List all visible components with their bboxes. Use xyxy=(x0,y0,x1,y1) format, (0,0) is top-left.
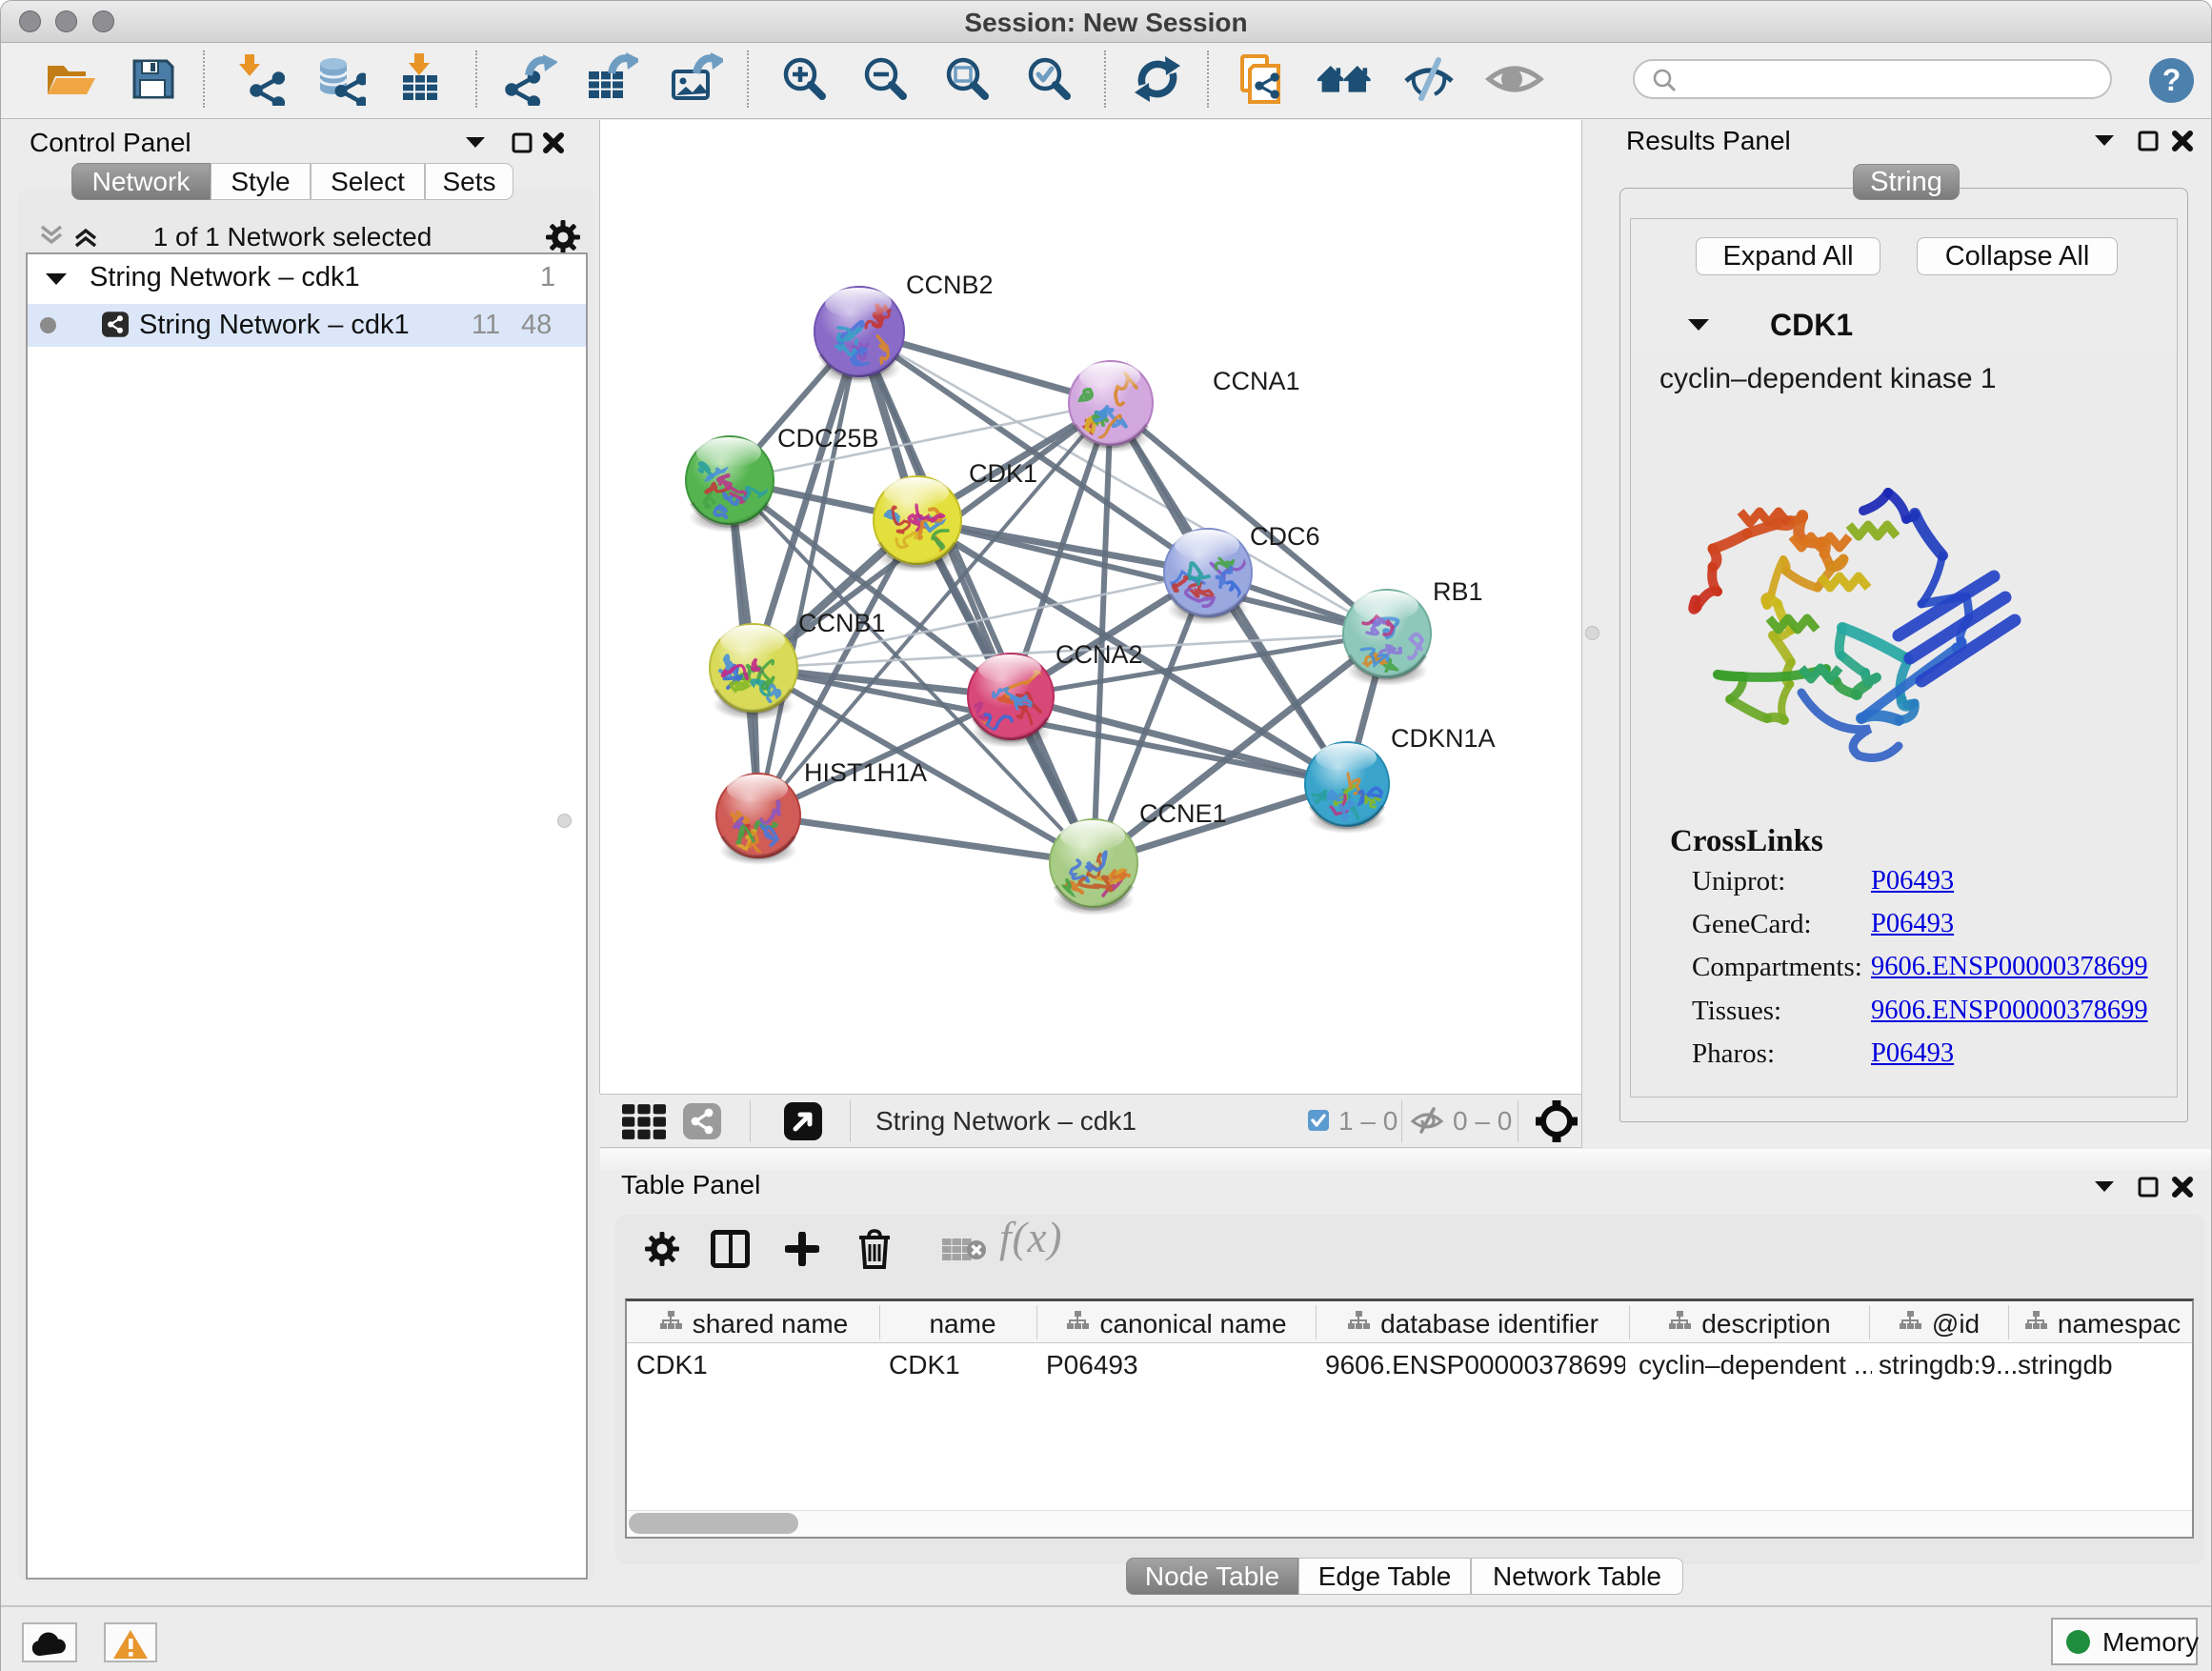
svg-text:CDC25B: CDC25B xyxy=(777,424,879,453)
svg-text:CDK1: CDK1 xyxy=(969,459,1037,488)
svg-text:CCNA1: CCNA1 xyxy=(1213,367,1300,395)
svg-text:HIST1H1A: HIST1H1A xyxy=(804,758,927,787)
svg-text:RB1: RB1 xyxy=(1433,577,1483,606)
svg-text:CCNB1: CCNB1 xyxy=(798,609,886,637)
svg-text:CCNA2: CCNA2 xyxy=(1056,640,1143,669)
svg-text:CDKN1A: CDKN1A xyxy=(1391,724,1496,753)
svg-text:CCNE1: CCNE1 xyxy=(1139,799,1227,828)
svg-text:CCNB2: CCNB2 xyxy=(906,271,994,299)
svg-text:CDC6: CDC6 xyxy=(1250,522,1320,551)
